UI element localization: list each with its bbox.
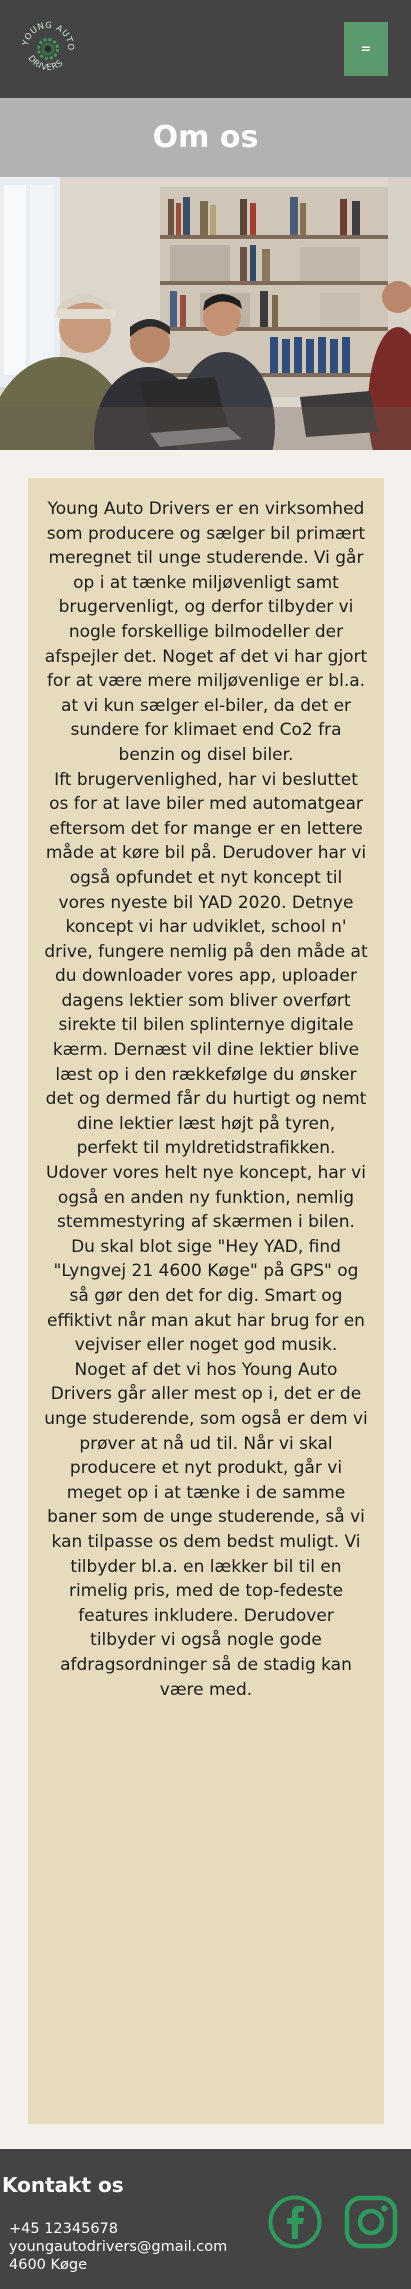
logo[interactable]: YOUNG AUTO DRIVERS <box>18 18 78 78</box>
about-text: Young Auto Drivers er en virksomhed som … <box>44 499 368 1700</box>
page-title: Om os <box>152 120 259 155</box>
instagram-icon[interactable] <box>342 2193 400 2251</box>
footer-phone[interactable]: +45 12345678 <box>9 2220 118 2238</box>
menu-button[interactable]: = <box>344 22 388 76</box>
footer-city: 4600 Køge <box>9 2257 88 2273</box>
footer-email[interactable]: youngautodrivers@gmail.com <box>9 2238 227 2256</box>
facebook-icon[interactable] <box>266 2193 324 2251</box>
hero-photo <box>0 177 411 450</box>
site-header: YOUNG AUTO DRIVERS = <box>0 0 411 98</box>
footer-title: Kontakt os <box>2 2173 124 2197</box>
